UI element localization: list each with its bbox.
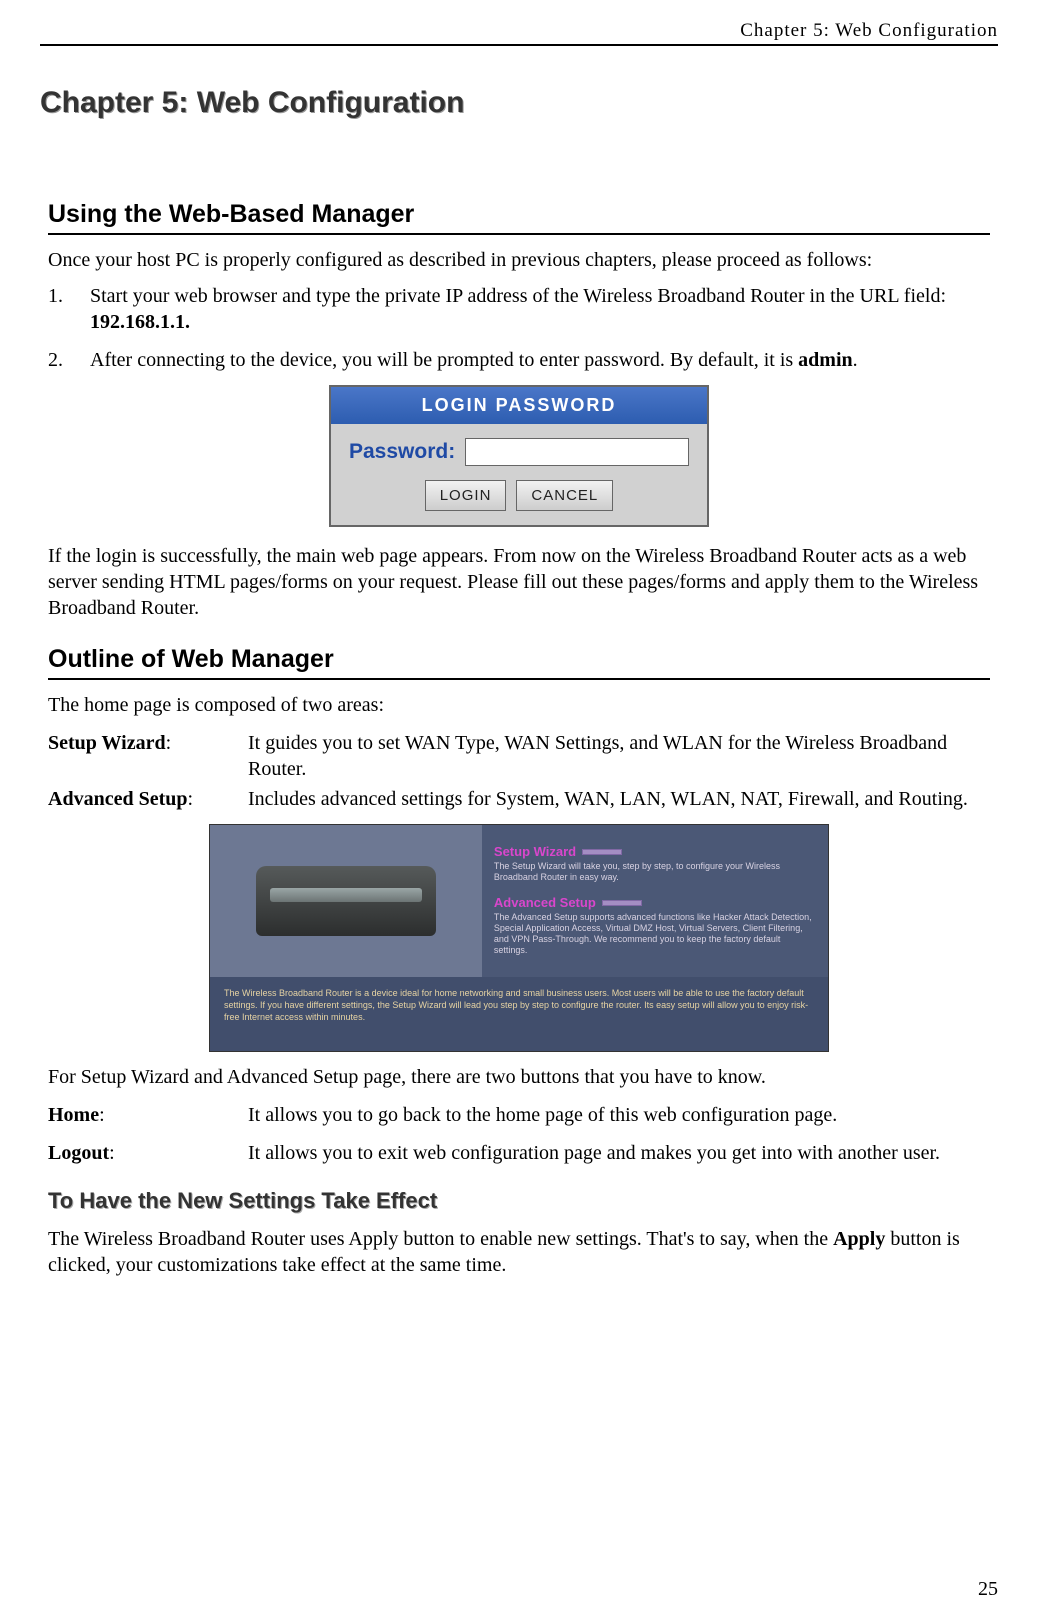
logout-term: Logout xyxy=(48,1142,109,1164)
wizard-bar-icon xyxy=(582,849,622,855)
login-header: LOGIN PASSWORD xyxy=(331,387,707,424)
step-1-text: Start your web browser and type the priv… xyxy=(90,285,946,307)
advanced-setup-desc: Includes advanced settings for System, W… xyxy=(248,784,990,814)
password-label: Password: xyxy=(349,440,455,464)
router-footer-text: The Wireless Broadband Router is a devic… xyxy=(210,977,828,1051)
password-input[interactable] xyxy=(465,438,689,466)
step-2-admin: admin xyxy=(798,349,852,371)
logout-desc: It allows you to exit web configuration … xyxy=(248,1138,990,1168)
after-login-text: If the login is successfully, the main w… xyxy=(48,543,990,621)
home-desc: It allows you to go back to the home pag… xyxy=(248,1100,990,1138)
router-image-panel xyxy=(210,825,482,977)
apply-body-a: The Wireless Broadband Router uses Apply… xyxy=(48,1228,833,1250)
section-title-using: Using the Web-Based Manager xyxy=(48,200,990,235)
home-term: Home xyxy=(48,1104,99,1126)
running-head: Chapter 5: Web Configuration xyxy=(40,20,998,46)
step-2-dot: . xyxy=(853,349,858,371)
step-2-text: After connecting to the device, you will… xyxy=(90,349,798,371)
after-image-text: For Setup Wizard and Advanced Setup page… xyxy=(48,1064,990,1090)
login-button[interactable]: LOGIN xyxy=(425,480,507,511)
buttons-table: Home: It allows you to go back to the ho… xyxy=(48,1100,990,1168)
apply-body: The Wireless Broadband Router uses Apply… xyxy=(48,1226,990,1278)
advanced-bar-icon xyxy=(602,900,642,906)
outline-intro: The home page is composed of two areas: xyxy=(48,692,990,718)
step-1-ip: 192.168.1.1. xyxy=(90,311,190,333)
router-device-icon xyxy=(256,866,436,936)
step-2: After connecting to the device, you will… xyxy=(48,347,990,373)
home-page-screenshot: Setup Wizard The Setup Wizard will take … xyxy=(209,824,829,1052)
step-1: Start your web browser and type the priv… xyxy=(48,283,990,335)
setup-wizard-desc: It guides you to set WAN Type, WAN Setti… xyxy=(248,728,990,784)
page-number: 25 xyxy=(978,1578,998,1601)
wizard-heading: Setup Wizard xyxy=(494,844,576,859)
steps-list: Start your web browser and type the priv… xyxy=(48,283,990,373)
section-title-outline: Outline of Web Manager xyxy=(48,645,990,680)
apply-word: Apply xyxy=(833,1228,885,1250)
login-dialog: LOGIN PASSWORD Password: LOGIN CANCEL xyxy=(329,385,709,527)
cancel-button[interactable]: CANCEL xyxy=(516,480,613,511)
intro-text: Once your host PC is properly configured… xyxy=(48,247,990,273)
advanced-setup-term: Advanced Setup xyxy=(48,788,187,810)
advanced-text: The Advanced Setup supports advanced fun… xyxy=(494,912,814,957)
areas-table: Setup Wizard: It guides you to set WAN T… xyxy=(48,728,990,814)
chapter-title: Chapter 5: Web Configuration xyxy=(40,86,998,120)
advanced-heading: Advanced Setup xyxy=(494,895,596,910)
sub-title-apply: To Have the New Settings Take Effect xyxy=(48,1188,990,1214)
wizard-text: The Setup Wizard will take you, step by … xyxy=(494,861,814,884)
setup-wizard-term: Setup Wizard xyxy=(48,732,166,754)
